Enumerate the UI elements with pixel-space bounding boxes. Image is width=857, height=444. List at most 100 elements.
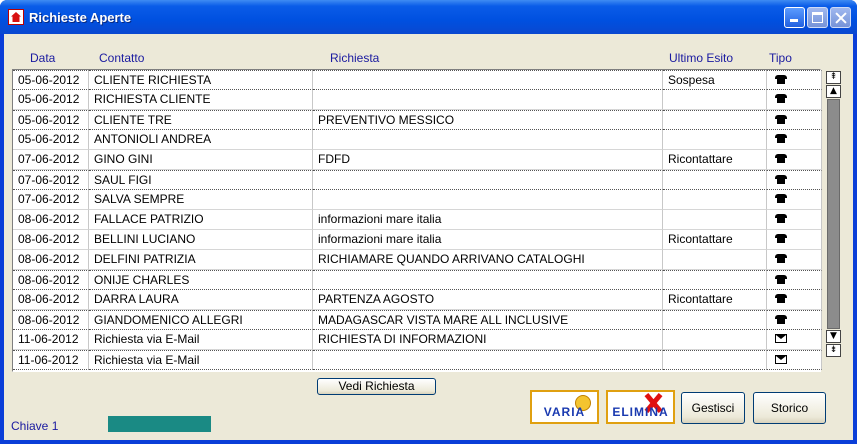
cell-tipo — [767, 350, 822, 370]
cell-esito — [663, 250, 767, 270]
cell-richiesta — [313, 170, 663, 190]
vedi-richiesta-button[interactable]: Vedi Richiesta — [317, 378, 436, 395]
header-contatto[interactable]: Contatto — [99, 51, 144, 65]
scroll-top-button[interactable]: ⇞ — [826, 71, 841, 84]
cell-data: 05-06-2012 — [13, 110, 89, 130]
phone-icon — [775, 315, 787, 324]
table-row[interactable]: 08-06-2012 DARRA LAURA PARTENZA AGOSTO Rico… — [13, 290, 822, 310]
cell-esito — [663, 170, 767, 190]
table-row[interactable]: 07-06-2012 SAUL FIGI — [13, 170, 822, 190]
header-richiesta[interactable]: Richiesta — [330, 51, 379, 65]
table-row[interactable]: 08-06-2012 DELFINI PATRIZIA RICHIAMARE QUA… — [13, 250, 822, 270]
cell-richiesta — [313, 350, 663, 370]
cell-esito — [663, 270, 767, 290]
table-row[interactable]: 07-06-2012 SALVA SEMPRE — [13, 190, 822, 210]
scroll-track[interactable] — [827, 99, 840, 329]
cell-tipo — [767, 250, 822, 270]
cell-contatto: ONIJE CHARLES — [89, 270, 313, 290]
cell-richiesta: PREVENTIVO MESSICO — [313, 110, 663, 130]
table-row[interactable]: 05-06-2012 CLIENTE RICHIESTA Sospesa — [13, 70, 822, 90]
table-row[interactable]: 07-06-2012 GINO GINI FDFD Ricontattare — [13, 150, 822, 170]
header-ultimo-esito[interactable]: Ultimo Esito — [669, 51, 733, 65]
cell-tipo — [767, 290, 822, 310]
phone-icon — [775, 75, 787, 84]
maximize-button — [807, 6, 828, 28]
cell-contatto: ANTONIOLI ANDREA — [89, 130, 313, 150]
phone-icon — [775, 234, 787, 243]
cell-data: 08-06-2012 — [13, 290, 89, 310]
cell-contatto: Richiesta via E-Mail — [89, 350, 313, 370]
gestisci-button[interactable]: Gestisci — [681, 392, 745, 424]
cell-esito — [663, 350, 767, 370]
table-row[interactable]: 08-06-2012 ONIJE CHARLES — [13, 270, 822, 290]
cell-esito: Ricontattare — [663, 290, 767, 310]
mail-icon — [775, 355, 787, 364]
phone-icon — [775, 115, 787, 124]
cell-richiesta — [313, 130, 663, 150]
cell-esito — [663, 190, 767, 210]
minimize-button[interactable] — [784, 6, 805, 28]
cell-contatto: SALVA SEMPRE — [89, 190, 313, 210]
header-data[interactable]: Data — [30, 51, 55, 65]
table-row[interactable]: 08-06-2012 BELLINI LUCIANO informazioni ma… — [13, 230, 822, 250]
cell-contatto: CLIENTE TRE — [89, 110, 313, 130]
cell-richiesta — [313, 190, 663, 210]
cell-esito — [663, 110, 767, 130]
phone-icon — [775, 194, 787, 203]
phone-icon — [775, 134, 787, 143]
cell-data: 05-06-2012 — [13, 90, 89, 110]
cell-contatto: RICHIESTA CLIENTE — [89, 90, 313, 110]
cell-contatto: SAUL FIGI — [89, 170, 313, 190]
phone-icon — [775, 294, 787, 303]
cell-richiesta: MADAGASCAR VISTA MARE ALL INCLUSIVE — [313, 310, 663, 330]
close-button — [830, 6, 851, 28]
elimina-button[interactable]: ELIMINA — [606, 390, 675, 424]
cell-tipo — [767, 230, 822, 250]
cell-tipo — [767, 190, 822, 210]
vertical-scrollbar[interactable]: ⇞ ▲ ▼ ⇟ — [826, 71, 841, 357]
cell-richiesta: RICHIAMARE QUANDO ARRIVANO CATALOGHI — [313, 250, 663, 270]
cell-contatto: FALLACE PATRIZIO — [89, 210, 313, 230]
table-row[interactable]: 08-06-2012 FALLACE PATRIZIO informazioni m… — [13, 210, 822, 230]
header-tipo[interactable]: Tipo — [769, 51, 792, 65]
phone-icon — [775, 275, 787, 284]
title-bar[interactable]: Richieste Aperte — [0, 0, 857, 34]
cell-richiesta: PARTENZA AGOSTO — [313, 290, 663, 310]
cell-richiesta — [313, 90, 663, 110]
varia-label: VARIA — [543, 405, 586, 419]
cell-data: 08-06-2012 — [13, 310, 89, 330]
table-row[interactable]: 05-06-2012 ANTONIOLI ANDREA — [13, 130, 822, 150]
cell-tipo — [767, 150, 822, 170]
phone-icon — [775, 214, 787, 223]
cell-richiesta: RICHIESTA DI INFORMAZIONI — [313, 330, 663, 350]
status-label: Chiave 1 — [11, 419, 59, 433]
table-row[interactable]: 08-06-2012 GIANDOMENICO ALLEGRI MADAGASCAR… — [13, 310, 822, 330]
cell-contatto: CLIENTE RICHIESTA — [89, 70, 313, 90]
scroll-bottom-button[interactable]: ⇟ — [826, 344, 841, 357]
table-row[interactable]: 05-06-2012 CLIENTE TRE PREVENTIVO MESSICO — [13, 110, 822, 130]
cell-data: 08-06-2012 — [13, 210, 89, 230]
table-row[interactable]: 05-06-2012 RICHIESTA CLIENTE — [13, 90, 822, 110]
cell-tipo — [767, 270, 822, 290]
scroll-down-button[interactable]: ▼ — [826, 330, 841, 343]
phone-icon — [775, 94, 787, 103]
cell-tipo — [767, 330, 822, 350]
cell-data: 11-06-2012 — [13, 330, 89, 350]
cell-data: 05-06-2012 — [13, 70, 89, 90]
cell-data: 07-06-2012 — [13, 170, 89, 190]
cell-esito — [663, 210, 767, 230]
storico-button[interactable]: Storico — [753, 392, 826, 424]
cell-tipo — [767, 90, 822, 110]
cell-richiesta: informazioni mare italia — [313, 210, 663, 230]
scroll-up-button[interactable]: ▲ — [826, 85, 841, 98]
cell-data: 05-06-2012 — [13, 130, 89, 150]
table-row[interactable]: 11-06-2012 Richiesta via E-Mail — [13, 350, 822, 370]
requests-table[interactable]: 05-06-2012 CLIENTE RICHIESTA Sospesa 05-06-… — [12, 69, 822, 372]
window: Richieste Aperte Data Contatto Richiesta… — [0, 0, 857, 444]
table-row[interactable]: 11-06-2012 Richiesta via E-Mail RICHIESTA … — [13, 330, 822, 350]
cell-richiesta: FDFD — [313, 150, 663, 170]
cell-tipo — [767, 110, 822, 130]
cell-tipo — [767, 70, 822, 90]
varia-button[interactable]: VARIA — [530, 390, 599, 424]
cell-esito — [663, 330, 767, 350]
